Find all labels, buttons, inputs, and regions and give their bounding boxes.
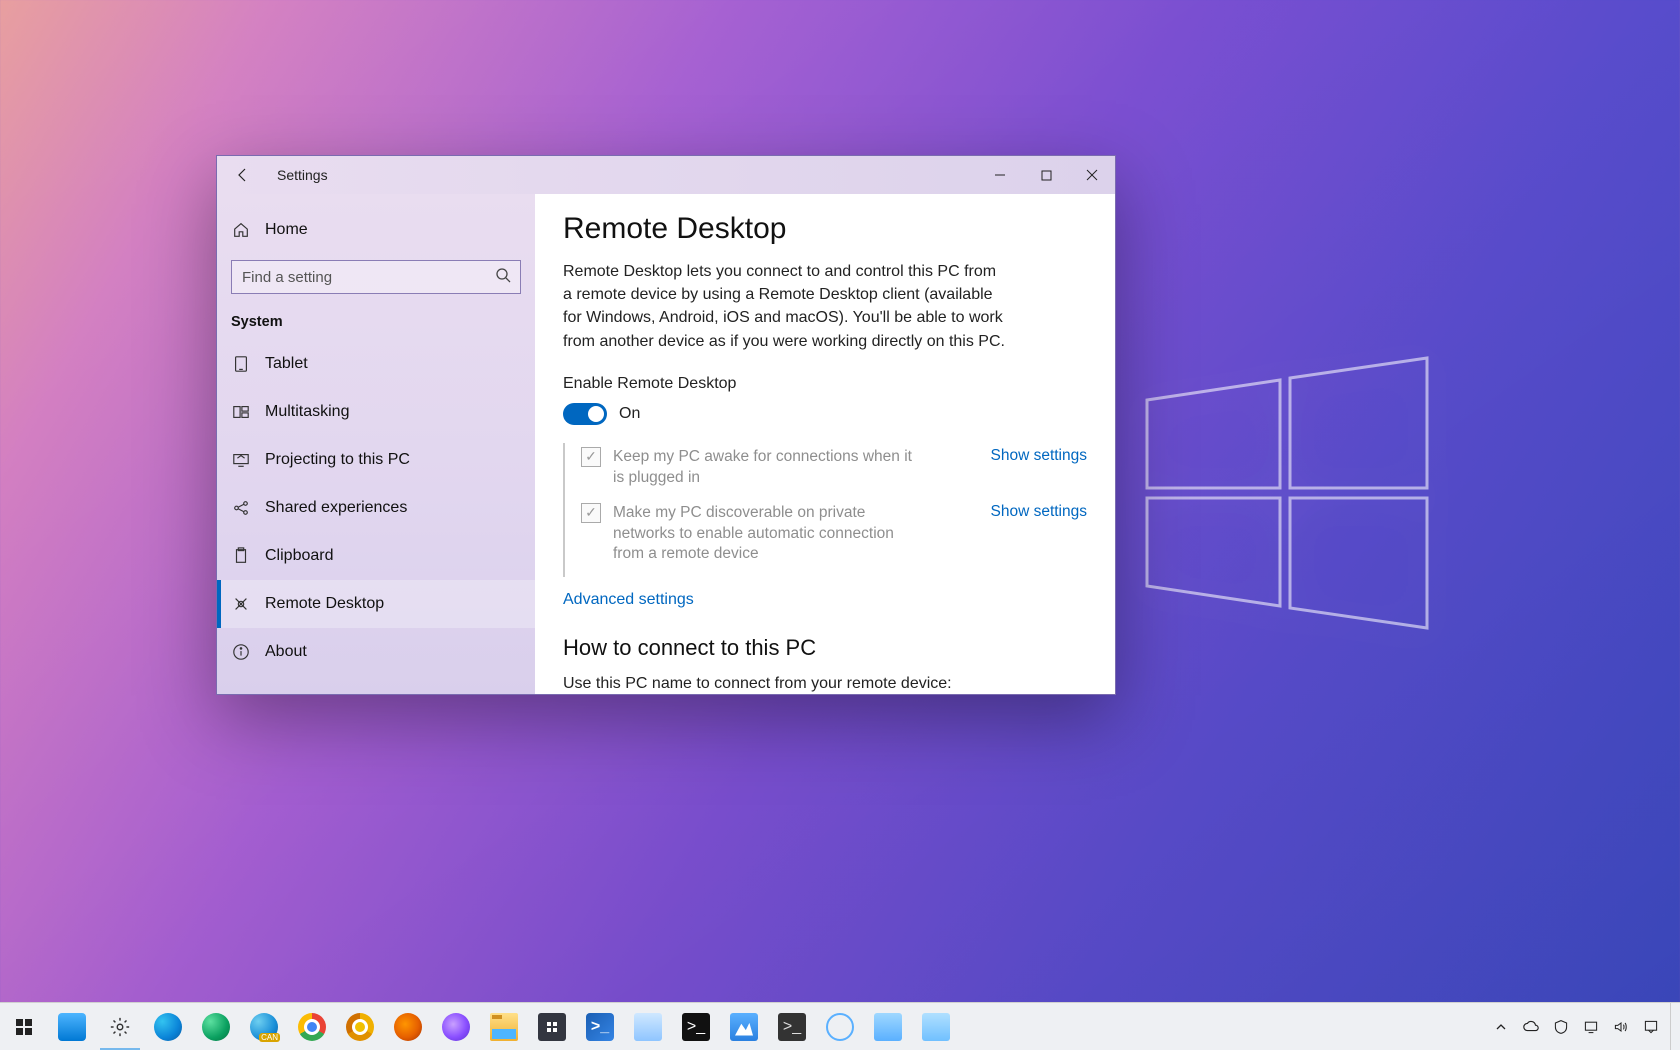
- page-heading: Remote Desktop: [563, 212, 1087, 246]
- toggle-state: On: [619, 405, 640, 423]
- checkbox-keep-awake[interactable]: ✓: [581, 447, 601, 467]
- back-button[interactable]: [231, 163, 255, 187]
- sidebar-item-multitasking[interactable]: Multitasking: [217, 388, 535, 436]
- taskbar: CAN: [0, 1002, 1680, 1050]
- sidebar-item-label: About: [265, 643, 307, 661]
- start-button[interactable]: [0, 1003, 48, 1050]
- taskbar-edge-dev[interactable]: [192, 1003, 240, 1050]
- taskbar-chrome-canary[interactable]: [336, 1003, 384, 1050]
- tray-onedrive[interactable]: [1516, 1003, 1546, 1050]
- share-icon: [231, 498, 251, 518]
- home-icon: [231, 220, 251, 240]
- option-keep-awake: ✓ Keep my PC awake for connections when …: [581, 447, 1087, 489]
- sidebar-item-tablet[interactable]: Tablet: [217, 340, 535, 388]
- taskbar-settings[interactable]: [96, 1003, 144, 1050]
- sidebar-item-clipboard[interactable]: Clipboard: [217, 532, 535, 580]
- taskbar-cortana[interactable]: [48, 1003, 96, 1050]
- sidebar-item-label: Projecting to this PC: [265, 451, 410, 469]
- taskbar-app-1[interactable]: [624, 1003, 672, 1050]
- connect-text: Use this PC name to connect from your re…: [563, 675, 1087, 693]
- titlebar: Settings: [217, 156, 1115, 194]
- remote-icon: [231, 594, 251, 614]
- taskbar-edge-canary[interactable]: CAN: [240, 1003, 288, 1050]
- taskbar-chrome[interactable]: [288, 1003, 336, 1050]
- settings-window: Settings Home: [216, 155, 1116, 695]
- close-button[interactable]: [1069, 156, 1115, 194]
- option-discoverable-text: Make my PC discoverable on private netwo…: [613, 503, 923, 566]
- taskbar-app-4[interactable]: [912, 1003, 960, 1050]
- show-settings-link-1[interactable]: Show settings: [973, 447, 1088, 465]
- sidebar-item-label: Remote Desktop: [265, 595, 384, 613]
- sidebar-item-remote-desktop[interactable]: Remote Desktop: [217, 580, 535, 628]
- page-description: Remote Desktop lets you connect to and c…: [563, 260, 1008, 353]
- sidebar-item-label: Shared experiences: [265, 499, 407, 517]
- advanced-settings-link[interactable]: Advanced settings: [563, 591, 694, 609]
- sidebar-item-projecting[interactable]: Projecting to this PC: [217, 436, 535, 484]
- option-discoverable: ✓ Make my PC discoverable on private net…: [581, 503, 1087, 566]
- tablet-icon: [231, 354, 251, 374]
- tray-network[interactable]: [1576, 1003, 1606, 1050]
- multitask-icon: [231, 402, 251, 422]
- taskbar-firefox[interactable]: [384, 1003, 432, 1050]
- home-label: Home: [265, 221, 308, 239]
- tray-action-center[interactable]: [1636, 1003, 1666, 1050]
- main-pane: Remote Desktop Remote Desktop lets you c…: [535, 194, 1115, 694]
- search-icon: [495, 267, 513, 285]
- about-icon: [231, 642, 251, 662]
- sidebar-item-label: Multitasking: [265, 403, 349, 421]
- taskbar-store[interactable]: [528, 1003, 576, 1050]
- tray-chevron[interactable]: [1486, 1003, 1516, 1050]
- taskbar-firefox-dev[interactable]: [432, 1003, 480, 1050]
- sidebar-item-label: Clipboard: [265, 547, 333, 565]
- minimize-button[interactable]: [977, 156, 1023, 194]
- project-icon: [231, 450, 251, 470]
- taskbar-terminal-2[interactable]: >_: [768, 1003, 816, 1050]
- desktop-windows-logo: [1130, 340, 1440, 640]
- taskbar-edge[interactable]: [144, 1003, 192, 1050]
- taskbar-app-2[interactable]: [816, 1003, 864, 1050]
- taskbar-app-3[interactable]: [864, 1003, 912, 1050]
- sidebar-item-shared-experiences[interactable]: Shared experiences: [217, 484, 535, 532]
- sidebar: Home System Tablet Multitasking: [217, 194, 535, 694]
- sidebar-category: System: [217, 308, 535, 340]
- enable-remote-desktop-toggle[interactable]: [563, 403, 607, 425]
- show-settings-link-2[interactable]: Show settings: [973, 503, 1088, 521]
- search-field-wrap: [231, 260, 521, 294]
- taskbar-terminal-1[interactable]: >_: [672, 1003, 720, 1050]
- clipboard-icon: [231, 546, 251, 566]
- sidebar-item-about[interactable]: About: [217, 628, 535, 676]
- checkbox-discoverable[interactable]: ✓: [581, 503, 601, 523]
- tray-security[interactable]: [1546, 1003, 1576, 1050]
- show-desktop-button[interactable]: [1670, 1003, 1676, 1050]
- sidebar-home[interactable]: Home: [217, 206, 535, 254]
- option-keep-awake-text: Keep my PC awake for connections when it…: [613, 447, 923, 489]
- sidebar-item-label: Tablet: [265, 355, 308, 373]
- toggle-label: Enable Remote Desktop: [563, 375, 1087, 393]
- connect-heading: How to connect to this PC: [563, 635, 1087, 661]
- taskbar-file-explorer[interactable]: [480, 1003, 528, 1050]
- taskbar-photos[interactable]: [720, 1003, 768, 1050]
- taskbar-powershell[interactable]: >_: [576, 1003, 624, 1050]
- maximize-button[interactable]: [1023, 156, 1069, 194]
- window-title: Settings: [277, 167, 328, 183]
- tray-volume[interactable]: [1606, 1003, 1636, 1050]
- search-input[interactable]: [231, 260, 521, 294]
